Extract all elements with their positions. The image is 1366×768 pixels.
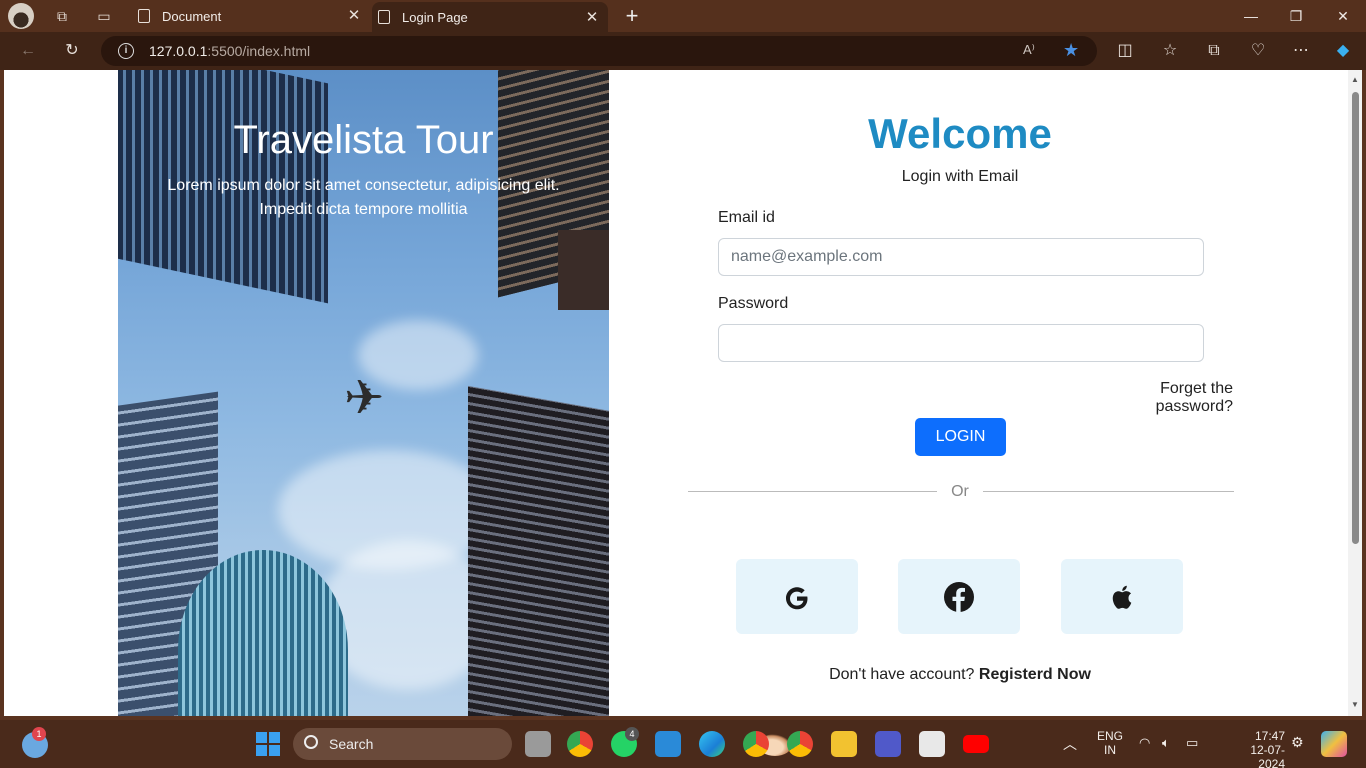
file-explorer-icon[interactable]: [831, 731, 857, 757]
split-screen-icon[interactable]: ◫: [1115, 41, 1135, 61]
more-menu-icon[interactable]: ⋯: [1291, 41, 1311, 61]
email-input[interactable]: [719, 239, 1203, 275]
login-subheading: Login with Email: [901, 168, 1019, 185]
read-aloud-icon[interactable]: A⁾: [1023, 42, 1035, 58]
tab-actions-icon[interactable]: ▭: [95, 7, 113, 25]
back-icon[interactable]: ←: [18, 41, 38, 61]
google-login-button[interactable]: [736, 559, 858, 634]
airplane-icon: ✈: [344, 372, 385, 425]
site-info-icon[interactable]: i: [118, 43, 134, 59]
volume-icon[interactable]: 🔈︎: [1162, 735, 1170, 751]
weather-badge: 1: [32, 727, 46, 741]
chrome-profile-icon[interactable]: [743, 731, 769, 757]
divider-or-text: Or: [937, 483, 983, 501]
edge-icon[interactable]: [699, 731, 725, 757]
scrollbar-thumb[interactable]: [1352, 92, 1359, 544]
youtube-icon[interactable]: [963, 735, 989, 753]
close-tab-icon[interactable]: ✕: [346, 8, 362, 24]
vertical-scrollbar[interactable]: ▲ ▼: [1348, 70, 1362, 716]
chrome-icon[interactable]: [567, 731, 593, 757]
new-tab-button[interactable]: +: [621, 4, 643, 28]
chrome-profile-icon[interactable]: [787, 731, 813, 757]
register-prompt: Don't have account? Registerd Now: [829, 666, 1091, 683]
hero-title: Travelista Tour: [233, 118, 494, 162]
password-field[interactable]: [718, 324, 1204, 362]
close-tab-icon[interactable]: ✕: [584, 10, 600, 26]
password-input[interactable]: [719, 325, 1203, 361]
microsoft-store-icon[interactable]: [919, 731, 945, 757]
browser-essentials-icon[interactable]: ♡: [1248, 41, 1268, 61]
chevron-up-icon[interactable]: ︿: [1063, 734, 1077, 754]
settings-icon[interactable]: ⚙: [1291, 734, 1304, 751]
forgot-password-link[interactable]: Forget the password?: [1079, 380, 1233, 416]
tab-login-page[interactable]: Login Page ✕: [372, 2, 608, 32]
facebook-icon: [944, 581, 974, 612]
building-shape: [558, 230, 609, 310]
login-form: Welcome Login with Email Email id Passwo…: [609, 70, 1348, 716]
navigation-bar: ← ↻ i 127.0.0.1:5500/index.html A⁾ ★ ◫ ☆…: [0, 32, 1366, 70]
tab-document[interactable]: Document ✕: [132, 0, 370, 32]
windows-taskbar: 1 Search 4 ︿ ENG IN ◠ 🔈︎ ▭ 17:47 12-07-2…: [0, 720, 1366, 768]
collections-icon[interactable]: ⧉: [1204, 41, 1224, 61]
scroll-down-arrow-icon[interactable]: ▼: [1351, 700, 1359, 709]
register-link[interactable]: Registerd Now: [979, 666, 1091, 683]
favorites-icon[interactable]: ☆: [1160, 41, 1180, 61]
copilot-icon[interactable]: ◆: [1333, 41, 1353, 61]
welcome-heading: Welcome: [868, 110, 1052, 157]
restore-button[interactable]: ❐: [1286, 6, 1306, 26]
refresh-icon[interactable]: ↻: [62, 41, 82, 61]
email-field[interactable]: [718, 238, 1204, 276]
battery-icon[interactable]: ▭: [1186, 735, 1198, 751]
apple-login-button[interactable]: [1061, 559, 1183, 634]
task-view-icon[interactable]: [525, 731, 551, 757]
login-button[interactable]: LOGIN: [915, 418, 1006, 456]
url-text[interactable]: 127.0.0.1:5500/index.html: [149, 43, 310, 59]
workspaces-icon[interactable]: ⧉: [53, 7, 71, 25]
vscode-icon[interactable]: [655, 731, 681, 757]
browser-title-bar: ⧉ ▭ Document ✕ Login Page ✕ + — ❐ ✕: [0, 0, 1366, 32]
page-icon: [138, 9, 150, 23]
hero-subtitle: Lorem ipsum dolor sit amet consectetur, …: [167, 177, 560, 218]
close-window-button[interactable]: ✕: [1333, 6, 1353, 26]
apple-icon: [1112, 585, 1132, 609]
page-icon: [378, 10, 390, 24]
wifi-icon[interactable]: ◠: [1139, 735, 1150, 751]
building-shape: [468, 385, 609, 716]
whatsapp-badge: 4: [625, 727, 639, 741]
teams-icon[interactable]: [875, 731, 901, 757]
start-button[interactable]: [256, 732, 280, 756]
copilot-taskbar-icon[interactable]: [1321, 731, 1347, 757]
language-indicator[interactable]: ENG IN: [1094, 729, 1126, 757]
hero-image: ✈ Travelista Tour Lorem ipsum dolor sit …: [118, 70, 609, 716]
favorite-star-icon[interactable]: ★: [1063, 40, 1079, 61]
email-label: Email id: [718, 209, 775, 226]
facebook-login-button[interactable]: [898, 559, 1020, 634]
google-icon: [786, 586, 808, 609]
address-bar[interactable]: i 127.0.0.1:5500/index.html A⁾ ★: [101, 36, 1097, 66]
password-label: Password: [718, 295, 789, 312]
scroll-up-arrow-icon[interactable]: ▲: [1351, 75, 1359, 84]
page-viewport: ✈ Travelista Tour Lorem ipsum dolor sit …: [4, 70, 1362, 716]
tab-label: Document: [162, 8, 222, 24]
tab-label: Login Page: [402, 9, 468, 25]
profile-avatar[interactable]: [8, 3, 34, 29]
taskbar-search[interactable]: Search: [293, 728, 792, 760]
clock[interactable]: 17:47 12-07-2024: [1229, 729, 1285, 768]
minimize-button[interactable]: —: [1241, 6, 1261, 26]
search-icon: [304, 735, 318, 749]
